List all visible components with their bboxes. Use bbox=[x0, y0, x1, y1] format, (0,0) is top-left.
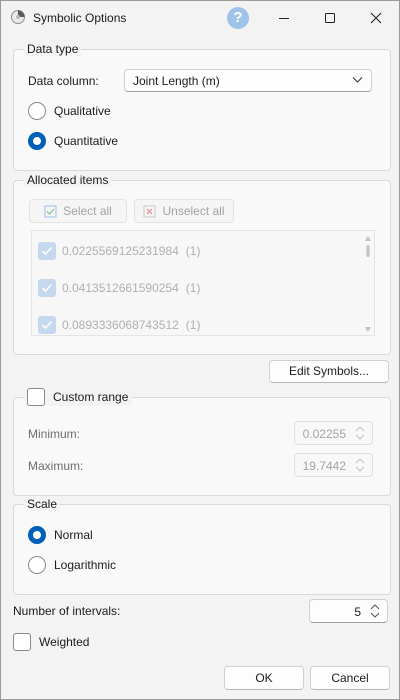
radio-normal-label: Normal bbox=[54, 528, 93, 542]
title-bar: Symbolic Options ? bbox=[1, 1, 399, 35]
radio-qualitative[interactable]: Qualitative bbox=[28, 102, 111, 120]
close-icon bbox=[370, 12, 382, 24]
minimize-icon bbox=[279, 18, 289, 19]
allocated-items-title: Allocated items bbox=[24, 173, 112, 187]
help-button[interactable]: ? bbox=[227, 7, 249, 29]
data-column-value: Joint Length (m) bbox=[133, 74, 220, 88]
custom-range-box[interactable] bbox=[27, 388, 45, 406]
scale-group bbox=[13, 504, 391, 595]
radio-qualitative-circle[interactable] bbox=[28, 102, 46, 120]
select-all-icon bbox=[44, 205, 57, 218]
window-title: Symbolic Options bbox=[33, 11, 127, 25]
list-item-value: 0.0225569125231984 bbox=[62, 244, 179, 258]
radio-quantitative-label: Quantitative bbox=[54, 134, 119, 148]
dialog-window: Symbolic Options ? Data type Data column… bbox=[0, 0, 400, 700]
checkmark-icon bbox=[41, 246, 53, 256]
maximize-icon bbox=[325, 13, 335, 23]
chevron-down-icon bbox=[352, 77, 363, 83]
minimum-label: Minimum: bbox=[28, 427, 81, 441]
radio-normal[interactable]: Normal bbox=[28, 526, 93, 544]
custom-range-checkbox[interactable]: Custom range bbox=[25, 388, 133, 406]
intervals-value: 5 bbox=[354, 605, 361, 619]
spinner-arrows-icon[interactable] bbox=[369, 602, 381, 620]
maximize-button[interactable] bbox=[307, 1, 353, 35]
list-item-count: (1) bbox=[185, 318, 201, 332]
custom-range-label: Custom range bbox=[53, 390, 129, 404]
list-scrollbar[interactable] bbox=[364, 235, 372, 333]
radio-quantitative-circle[interactable] bbox=[28, 132, 46, 150]
unselect-all-label: Unselect all bbox=[162, 204, 225, 218]
unselect-all-button[interactable]: Unselect all bbox=[134, 199, 234, 223]
list-item[interactable]: 0.0893336068743512 (1) bbox=[38, 314, 201, 335]
minimum-value: 0.02255 bbox=[302, 427, 346, 441]
ok-button[interactable]: OK bbox=[224, 666, 304, 690]
data-type-title: Data type bbox=[24, 42, 82, 56]
list-item-count: (1) bbox=[185, 244, 201, 258]
select-all-label: Select all bbox=[63, 204, 112, 218]
maximum-value: 19.7442 bbox=[302, 459, 346, 473]
list-item-checkbox[interactable] bbox=[38, 279, 56, 297]
radio-logarithmic-label: Logarithmic bbox=[54, 558, 117, 572]
select-all-button[interactable]: Select all bbox=[29, 199, 127, 223]
list-item-count: (1) bbox=[185, 281, 201, 295]
minimum-spinner[interactable]: 0.02255 bbox=[294, 421, 373, 445]
list-item-checkbox[interactable] bbox=[38, 242, 56, 260]
unselect-all-icon bbox=[143, 205, 156, 218]
edit-symbols-button[interactable]: Edit Symbols... bbox=[269, 360, 389, 383]
app-icon bbox=[11, 10, 25, 24]
radio-normal-circle[interactable] bbox=[28, 526, 46, 544]
minimize-button[interactable] bbox=[261, 1, 307, 35]
weighted-label: Weighted bbox=[39, 635, 90, 649]
data-column-select[interactable]: Joint Length (m) bbox=[124, 69, 372, 92]
custom-range-group bbox=[13, 397, 391, 496]
checkmark-icon bbox=[41, 283, 53, 293]
list-item-value: 0.0413512661590254 bbox=[62, 281, 179, 295]
close-button[interactable] bbox=[353, 1, 399, 35]
radio-logarithmic[interactable]: Logarithmic bbox=[28, 556, 116, 574]
radio-quantitative[interactable]: Quantitative bbox=[28, 132, 118, 150]
list-item[interactable]: 0.0413512661590254 (1) bbox=[38, 277, 200, 299]
maximum-label: Maximum: bbox=[28, 459, 84, 473]
weighted-checkbox[interactable]: Weighted bbox=[13, 633, 89, 651]
list-item-checkbox[interactable] bbox=[38, 316, 56, 334]
list-item[interactable]: 0.0225569125231984 (1) bbox=[38, 240, 200, 262]
weighted-box[interactable] bbox=[13, 633, 31, 651]
maximum-spinner[interactable]: 19.7442 bbox=[294, 453, 373, 477]
intervals-spinner[interactable]: 5 bbox=[309, 599, 388, 623]
list-item-value: 0.0893336068743512 bbox=[62, 318, 179, 332]
spinner-arrows-icon[interactable] bbox=[354, 424, 366, 442]
intervals-label: Number of intervals: bbox=[13, 604, 121, 618]
cancel-button[interactable]: Cancel bbox=[310, 666, 390, 690]
spinner-arrows-icon[interactable] bbox=[354, 456, 366, 474]
checkmark-icon bbox=[41, 320, 53, 330]
data-column-label: Data column: bbox=[28, 74, 99, 88]
scale-title: Scale bbox=[24, 497, 61, 511]
radio-qualitative-label: Qualitative bbox=[54, 104, 111, 118]
radio-logarithmic-circle[interactable] bbox=[28, 556, 46, 574]
allocated-items-list[interactable]: 0.0225569125231984 (1) 0.041351266159025… bbox=[31, 230, 375, 336]
